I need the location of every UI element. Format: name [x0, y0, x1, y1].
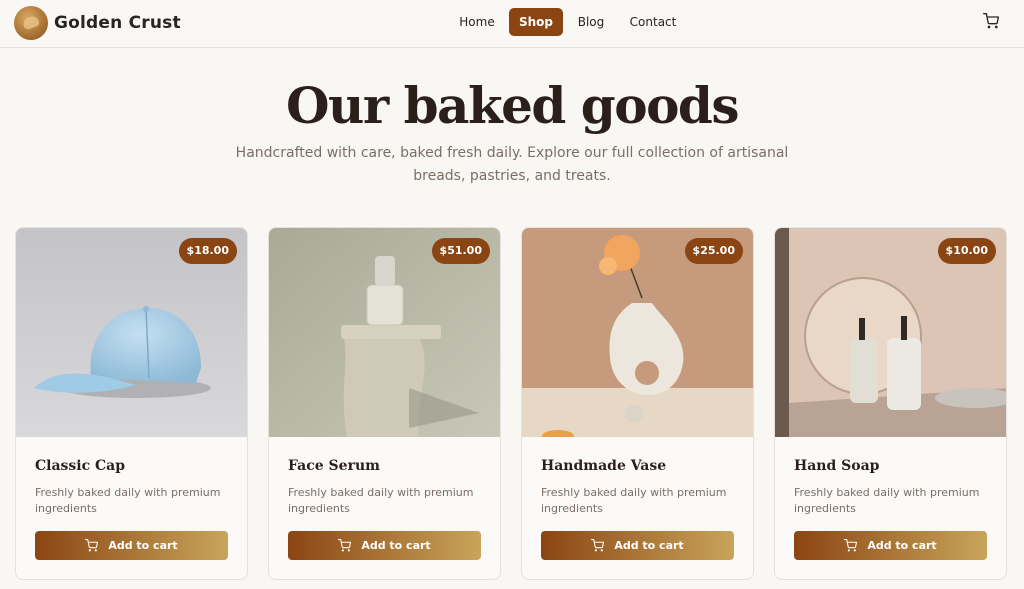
- cart-icon: [844, 539, 858, 552]
- cart-icon: [85, 539, 99, 552]
- nav-blog[interactable]: Blog: [570, 8, 612, 36]
- nav-shop[interactable]: Shop: [509, 8, 563, 36]
- add-to-cart-label: Add to cart: [614, 539, 684, 552]
- cart-icon: [983, 13, 999, 29]
- price-badge: $18.00: [178, 238, 237, 264]
- product-card[interactable]: $10.00 Hand Soap Freshly baked daily wit…: [774, 227, 1007, 580]
- price-badge: $10.00: [937, 238, 996, 264]
- add-to-cart-label: Add to cart: [867, 539, 937, 552]
- product-name[interactable]: Face Serum: [288, 458, 380, 474]
- nav-home[interactable]: Home: [450, 8, 504, 36]
- price-badge: $25.00: [684, 238, 743, 264]
- main-nav: Home Shop Blog Contact: [0, 8, 1024, 36]
- add-to-cart-label: Add to cart: [108, 539, 178, 552]
- add-to-cart-button[interactable]: Add to cart: [288, 531, 481, 560]
- add-to-cart-button[interactable]: Add to cart: [794, 531, 987, 560]
- product-description: Freshly baked daily with premium ingredi…: [35, 486, 221, 515]
- product-card[interactable]: $51.00 Face Serum Freshly baked daily wi…: [268, 227, 501, 580]
- product-name[interactable]: Handmade Vase: [541, 458, 666, 474]
- add-to-cart-button[interactable]: Add to cart: [35, 531, 228, 560]
- product-description: Freshly baked daily with premium ingredi…: [794, 486, 980, 515]
- product-card[interactable]: $25.00 Handmade Vase Freshly baked daily…: [521, 227, 754, 580]
- nav-contact[interactable]: Contact: [624, 8, 682, 36]
- add-to-cart-label: Add to cart: [361, 539, 431, 552]
- product-name[interactable]: Hand Soap: [794, 458, 879, 474]
- cart-icon: [338, 539, 352, 552]
- product-description: Freshly baked daily with premium ingredi…: [541, 486, 727, 515]
- cart-icon: [591, 539, 605, 552]
- page-subtitle: Handcrafted with care, baked fresh daily…: [235, 145, 789, 184]
- cart-button[interactable]: [983, 13, 1001, 31]
- product-card[interactable]: $18.00 Classic Cap Freshly baked daily w…: [15, 227, 248, 580]
- page-title: Our baked goods: [285, 76, 740, 135]
- product-description: Freshly baked daily with premium ingredi…: [288, 486, 474, 515]
- site-header: Golden Crust Home Shop Blog Contact: [0, 0, 1024, 48]
- add-to-cart-button[interactable]: Add to cart: [541, 531, 734, 560]
- price-badge: $51.00: [431, 238, 490, 264]
- product-name[interactable]: Classic Cap: [35, 458, 125, 474]
